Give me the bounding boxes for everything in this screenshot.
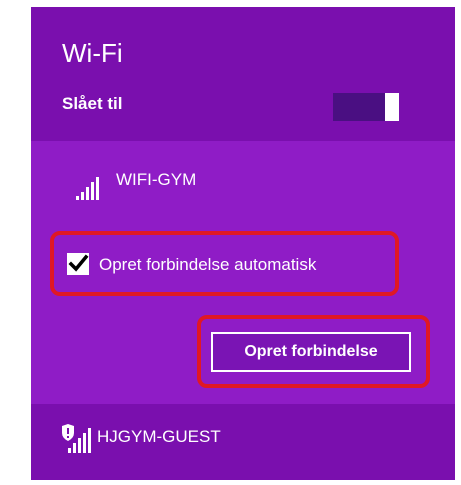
wifi-signal-shield-icon bbox=[62, 424, 91, 453]
toggle-thumb bbox=[385, 93, 399, 121]
panel-title: Wi-Fi bbox=[62, 38, 123, 68]
connect-automatically-checkbox[interactable] bbox=[67, 253, 89, 275]
checkmark-icon bbox=[68, 254, 89, 272]
wifi-toggle[interactable] bbox=[333, 93, 399, 121]
connect-button[interactable]: Opret forbindelse bbox=[211, 332, 411, 372]
wifi-state-label: Slået til bbox=[62, 94, 123, 113]
wifi-flyout: Wi-Fi Slået til WIFI-GYM Opret forbindel… bbox=[0, 0, 461, 485]
network-item-wifi-gym[interactable]: WIFI-GYM bbox=[31, 160, 455, 210]
network-item-hjgym-guest[interactable]: HJGYM-GUEST bbox=[31, 410, 455, 470]
network-name: WIFI-GYM bbox=[116, 170, 197, 189]
connect-automatically-label[interactable]: Opret forbindelse automatisk bbox=[99, 255, 316, 275]
network-name: HJGYM-GUEST bbox=[97, 427, 221, 446]
wifi-signal-icon bbox=[76, 177, 99, 200]
